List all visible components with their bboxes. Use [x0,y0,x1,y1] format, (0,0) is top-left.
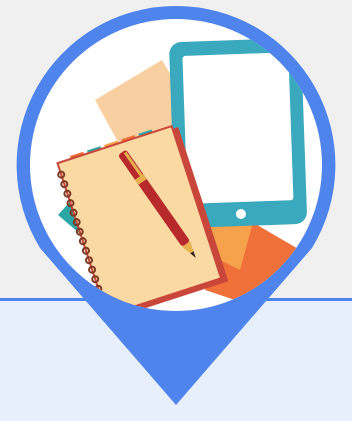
map-pin-icon [16,5,336,405]
